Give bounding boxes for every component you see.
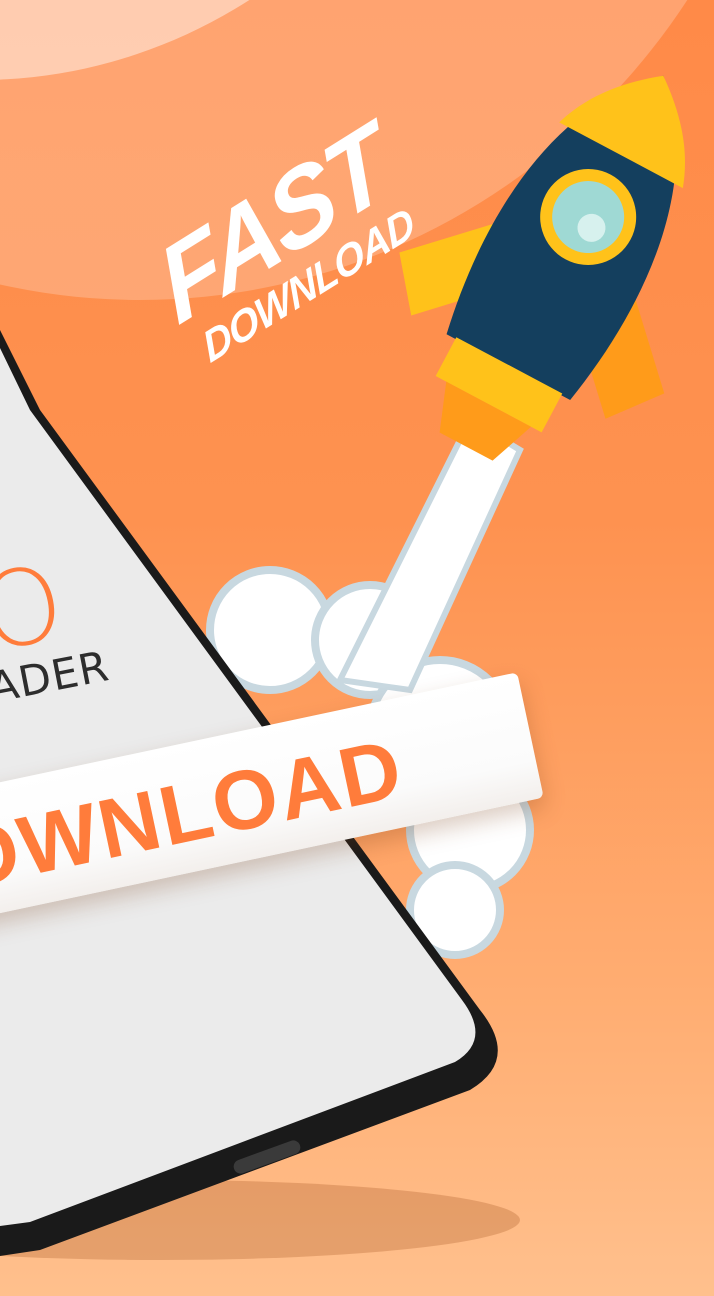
rocket-trail [335, 415, 524, 694]
promo-banner: EO LOADER OWNLOAD FAST DOWNLOAD [0, 0, 714, 1296]
